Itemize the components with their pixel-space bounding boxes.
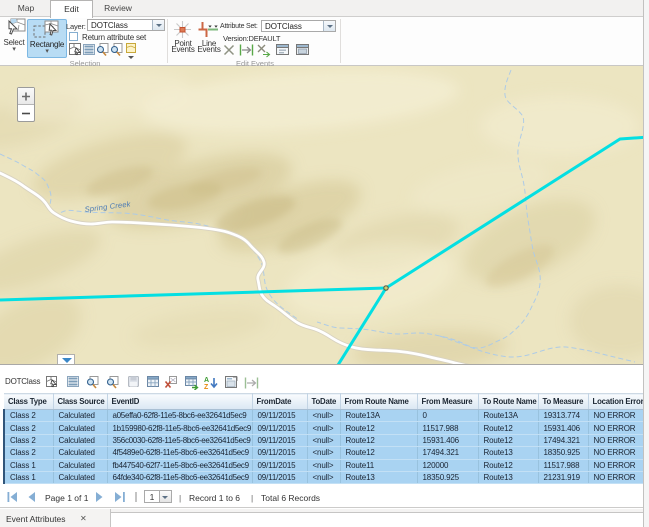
svg-text:A: A — [204, 377, 209, 384]
svg-text:Z: Z — [204, 384, 209, 390]
